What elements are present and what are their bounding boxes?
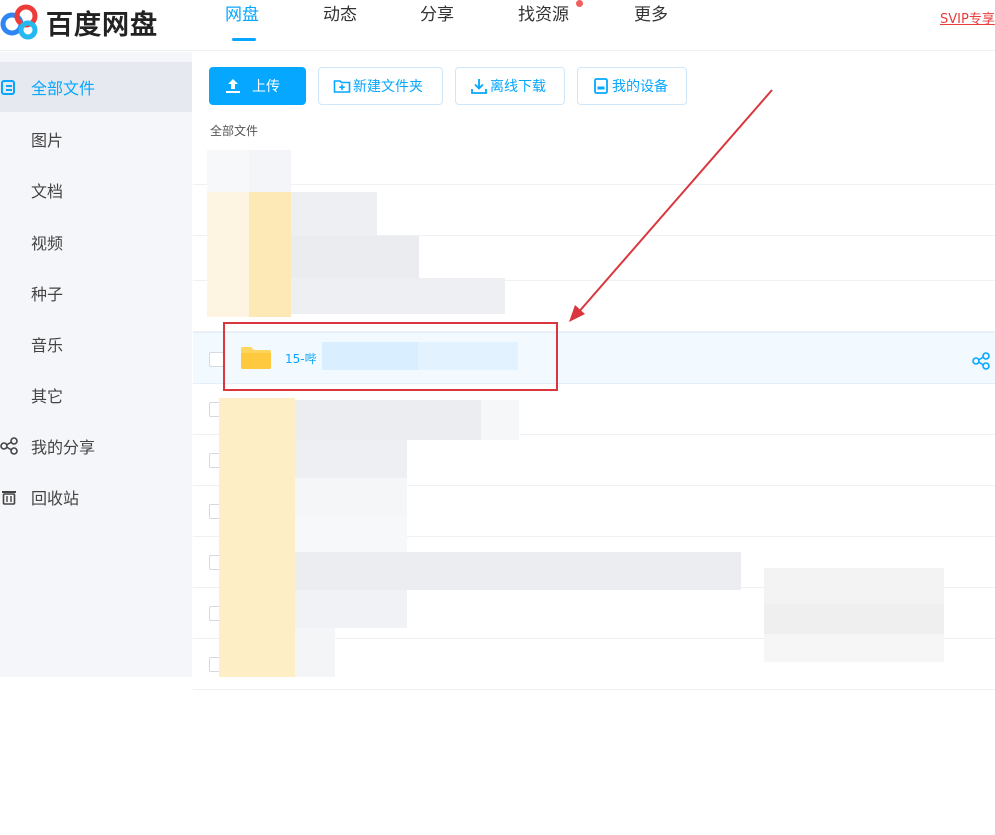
share-icon xyxy=(0,437,18,455)
offline-download-button-label: 离线下载 xyxy=(490,79,546,95)
logo-text: 百度网盘 xyxy=(46,9,158,41)
sidebar-item-others[interactable]: 其它 xyxy=(0,370,192,420)
device-icon xyxy=(594,78,608,94)
share-icon[interactable] xyxy=(972,352,990,370)
notification-dot xyxy=(576,0,583,7)
nav-tab-share[interactable]: 分享 xyxy=(420,4,454,42)
sidebar-item-label: 我的分享 xyxy=(31,438,96,457)
nav-tab-more[interactable]: 更多 xyxy=(634,4,668,42)
sidebar-item-my-shares[interactable]: 我的分享 xyxy=(0,421,192,471)
sidebar: 全部文件 图片 文档 视频 种子 音乐 其它 我的分享 回收站 xyxy=(0,52,192,677)
sidebar-item-label: 其它 xyxy=(31,387,64,406)
trash-icon xyxy=(2,491,16,505)
new-folder-icon xyxy=(333,80,351,93)
row-checkbox[interactable] xyxy=(209,352,224,367)
sidebar-item-label: 全部文件 xyxy=(31,79,96,98)
nav-active-indicator xyxy=(232,38,256,41)
sidebar-item-label: 音乐 xyxy=(31,336,64,355)
download-icon xyxy=(471,79,487,94)
sidebar-item-documents[interactable]: 文档 xyxy=(0,165,192,215)
top-header: 百度网盘 网盘 动态 分享 找资源 更多 SVIP专享 xyxy=(0,0,995,51)
sidebar-item-music[interactable]: 音乐 xyxy=(0,319,192,369)
offline-download-button[interactable]: 离线下载 xyxy=(455,67,565,105)
my-devices-button[interactable]: 我的设备 xyxy=(577,67,687,105)
upload-icon xyxy=(226,79,240,93)
sidebar-item-label: 视频 xyxy=(31,234,64,253)
sidebar-item-images[interactable]: 图片 xyxy=(0,114,192,164)
sidebar-item-recycle-bin[interactable]: 回收站 xyxy=(0,472,192,522)
sidebar-item-videos[interactable]: 视频 xyxy=(0,217,192,267)
upload-button[interactable]: 上传 xyxy=(209,67,306,105)
new-folder-button[interactable]: 新建文件夹 xyxy=(318,67,443,105)
sidebar-item-label: 文档 xyxy=(31,182,64,201)
nav-tab-netdisk[interactable]: 网盘 xyxy=(225,4,259,42)
sidebar-item-label: 种子 xyxy=(31,285,64,304)
nav-tab-activity[interactable]: 动态 xyxy=(323,4,357,42)
baidu-netdisk-logo[interactable]: 百度网盘 xyxy=(0,2,158,42)
new-folder-button-label: 新建文件夹 xyxy=(353,79,423,95)
upload-button-label: 上传 xyxy=(252,79,280,95)
sidebar-item-all-files[interactable]: 全部文件 xyxy=(0,62,192,112)
my-devices-button-label: 我的设备 xyxy=(612,79,668,95)
svip-link[interactable]: SVIP专享 xyxy=(940,8,995,27)
files-icon xyxy=(1,80,15,95)
table-row[interactable] xyxy=(193,134,995,185)
nav-tab-find-resources[interactable]: 找资源 xyxy=(518,4,569,42)
sidebar-item-label: 图片 xyxy=(31,131,64,150)
cloud-logo-icon xyxy=(0,4,38,40)
annotation-box xyxy=(223,322,558,391)
sidebar-item-label: 回收站 xyxy=(31,489,80,508)
sidebar-item-torrents[interactable]: 种子 xyxy=(0,268,192,318)
